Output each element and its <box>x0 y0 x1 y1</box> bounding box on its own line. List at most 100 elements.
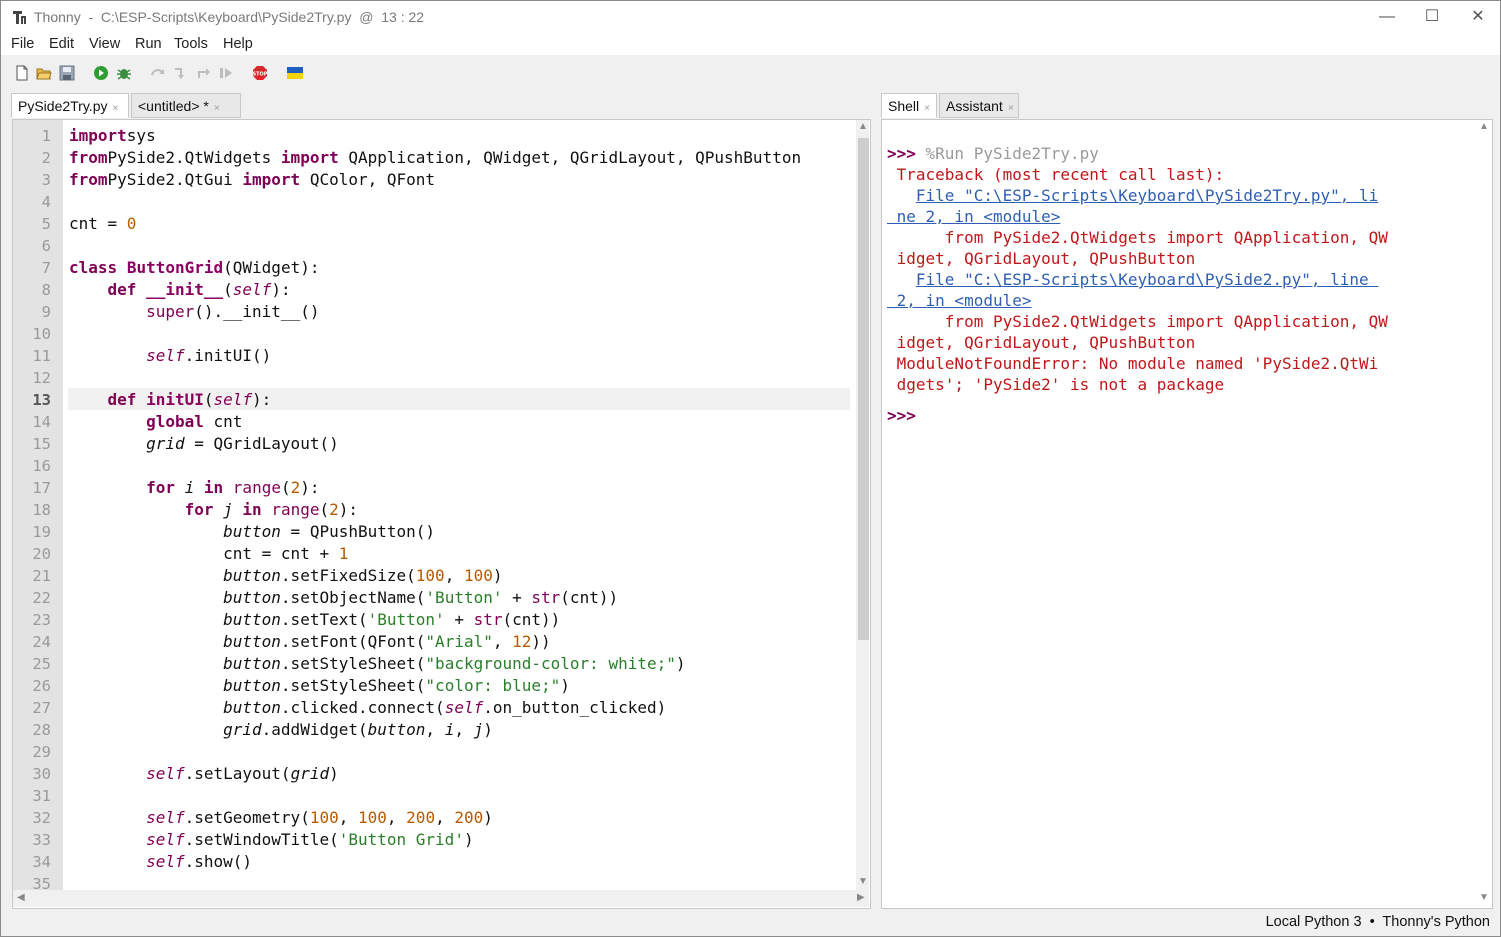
code-token: button <box>223 654 281 673</box>
interpreter-status[interactable]: Local Python 3 • Thonny's Python <box>1266 914 1490 930</box>
run-icon[interactable] <box>93 65 109 81</box>
code-line[interactable]: self.setLayout(grid) <box>69 763 339 785</box>
close-button[interactable]: ✕ <box>1456 5 1500 29</box>
step-into-icon[interactable] <box>173 65 189 81</box>
code-token: class <box>69 258 118 277</box>
step-over-icon[interactable] <box>150 65 166 81</box>
traceback-link[interactable]: File "C:\ESP-Scripts\Keyboard\PySide2Try… <box>916 186 1378 205</box>
code-line[interactable]: button.setStyleSheet("color: blue;") <box>69 675 570 697</box>
ukraine-flag-icon[interactable] <box>287 65 303 81</box>
code-line[interactable]: global cnt <box>69 411 242 433</box>
code-line[interactable]: fromPySide2.QtGui import QColor, QFont <box>69 169 435 191</box>
code-token: 100 <box>415 566 445 585</box>
traceback-link[interactable]: ne 2, in <module> <box>887 207 1061 226</box>
scroll-left-icon[interactable]: ◀ <box>17 892 25 903</box>
editor-scroll-thumb[interactable] <box>858 138 869 640</box>
code-line[interactable]: self.show() <box>69 851 252 873</box>
menu-run[interactable]: Run <box>135 36 162 52</box>
tab-close-icon[interactable]: × <box>1008 103 1014 114</box>
step-out-icon[interactable] <box>196 65 212 81</box>
tab-shell[interactable]: Shell × <box>881 93 937 118</box>
new-file-icon[interactable] <box>14 65 30 81</box>
resume-icon[interactable] <box>218 65 234 81</box>
code-line[interactable]: grid.addWidget(button, i, j) <box>69 719 493 741</box>
code-line[interactable]: class ButtonGrid(QWidget): <box>69 257 319 279</box>
maximize-button[interactable]: ☐ <box>1410 5 1454 29</box>
code-line[interactable]: def __init__(self): <box>69 279 291 301</box>
tab-pyside2try[interactable]: PySide2Try.py × <box>11 93 129 118</box>
shell-line: ModuleNotFoundError: No module named 'Py… <box>887 353 1379 374</box>
debug-icon[interactable] <box>116 65 132 81</box>
tab-close-icon[interactable]: × <box>924 103 930 114</box>
shell-text: ModuleNotFoundError: No module named 'Py… <box>887 354 1379 373</box>
menu-edit[interactable]: Edit <box>49 36 74 52</box>
code-token: )) <box>531 632 551 651</box>
code-token: 100 <box>463 566 493 585</box>
code-token: .initUI() <box>184 346 272 365</box>
editor-horizontal-scrollbar[interactable]: ◀ ▶ <box>13 890 869 907</box>
tab-untitled[interactable]: <untitled> * × <box>131 93 241 118</box>
code-line[interactable]: self.setGeometry(100, 100, 200, 200) <box>69 807 493 829</box>
code-line[interactable]: button.clicked.connect(self.on_button_cl… <box>69 697 666 719</box>
code-line[interactable]: fromPySide2.QtWidgets import QApplicatio… <box>69 147 801 169</box>
scroll-up-icon[interactable]: ▲ <box>1479 121 1489 132</box>
code-token: button <box>223 632 281 651</box>
scroll-right-icon[interactable]: ▶ <box>857 892 865 903</box>
code-line[interactable]: super().__init__() <box>69 301 319 323</box>
traceback-link[interactable]: File "C:\ESP-Scripts\Keyboard\PySide2.py… <box>916 270 1378 289</box>
code-line[interactable]: button = QPushButton() <box>69 521 435 543</box>
scroll-down-icon[interactable]: ▼ <box>1479 892 1489 903</box>
menu-file[interactable]: File <box>11 36 34 52</box>
editor-vertical-scrollbar[interactable]: ▲ ▼ <box>856 120 869 890</box>
save-icon[interactable] <box>59 65 75 81</box>
line-number: 13 <box>32 391 51 409</box>
tab-close-icon[interactable]: × <box>214 103 220 114</box>
shell-panel[interactable]: >>> %Run PySide2Try.py Traceback (most r… <box>881 119 1493 909</box>
menu-tools[interactable]: Tools <box>174 36 208 52</box>
code-token: .setLayout( <box>184 764 291 783</box>
stop-icon[interactable]: STOP <box>252 65 268 81</box>
tab-close-icon[interactable]: × <box>112 103 118 114</box>
scroll-up-icon[interactable]: ▲ <box>858 121 868 132</box>
code-line[interactable]: button.setStyleSheet("background-color: … <box>69 653 685 675</box>
minimize-button[interactable]: — <box>1365 5 1409 29</box>
shell-text: dgets'; 'PySide2' is not a package <box>887 375 1225 394</box>
code-token: for <box>184 500 214 519</box>
code-line[interactable]: grid = QGridLayout() <box>69 433 339 455</box>
code-line[interactable]: button.setObjectName('Button' + str(cnt)… <box>69 587 618 609</box>
code-line[interactable]: self.initUI() <box>69 345 271 367</box>
code-line[interactable]: importsys <box>69 125 156 147</box>
code-token: 2 <box>329 500 339 519</box>
menu-help[interactable]: Help <box>223 36 253 52</box>
code-line[interactable]: for i in range(2): <box>69 477 319 499</box>
scroll-down-icon[interactable]: ▼ <box>858 876 868 887</box>
code-line[interactable]: button.setText('Button' + str(cnt)) <box>69 609 560 631</box>
code-line[interactable]: button.setFont(QFont("Arial", 12)) <box>69 631 551 653</box>
code-token: ButtonGrid <box>126 258 224 277</box>
menu-view[interactable]: View <box>89 36 120 52</box>
code-line[interactable]: self.setWindowTitle('Button Grid') <box>69 829 474 851</box>
code-line[interactable]: button.setFixedSize(100, 100) <box>69 565 502 587</box>
code-line[interactable]: for j in range(2): <box>69 499 358 521</box>
code-token: = QGridLayout() <box>184 434 339 453</box>
code-token: , <box>435 808 455 827</box>
shell-vertical-scrollbar[interactable]: ▲ ▼ <box>1477 120 1491 906</box>
code-token: self <box>146 830 185 849</box>
line-number: 28 <box>32 721 51 739</box>
code-token: import <box>69 126 127 145</box>
code-editor[interactable]: 1 2 3 4 5 6 7 8 9 10 11 12 13 14 15 16 17 18 19 20 21 22 23 24 2… <box>12 119 871 909</box>
tab-assistant[interactable]: Assistant × <box>939 93 1019 118</box>
code-line[interactable]: cnt = 0 <box>69 213 136 235</box>
open-file-icon[interactable] <box>36 65 52 81</box>
code-token: 0 <box>126 214 137 233</box>
code-line[interactable]: cnt = cnt + 1 <box>69 543 348 565</box>
traceback-link[interactable]: 2, in <module> <box>887 291 1032 310</box>
code-token: self <box>146 346 185 365</box>
code-line[interactable]: def initUI(self): <box>69 389 272 411</box>
